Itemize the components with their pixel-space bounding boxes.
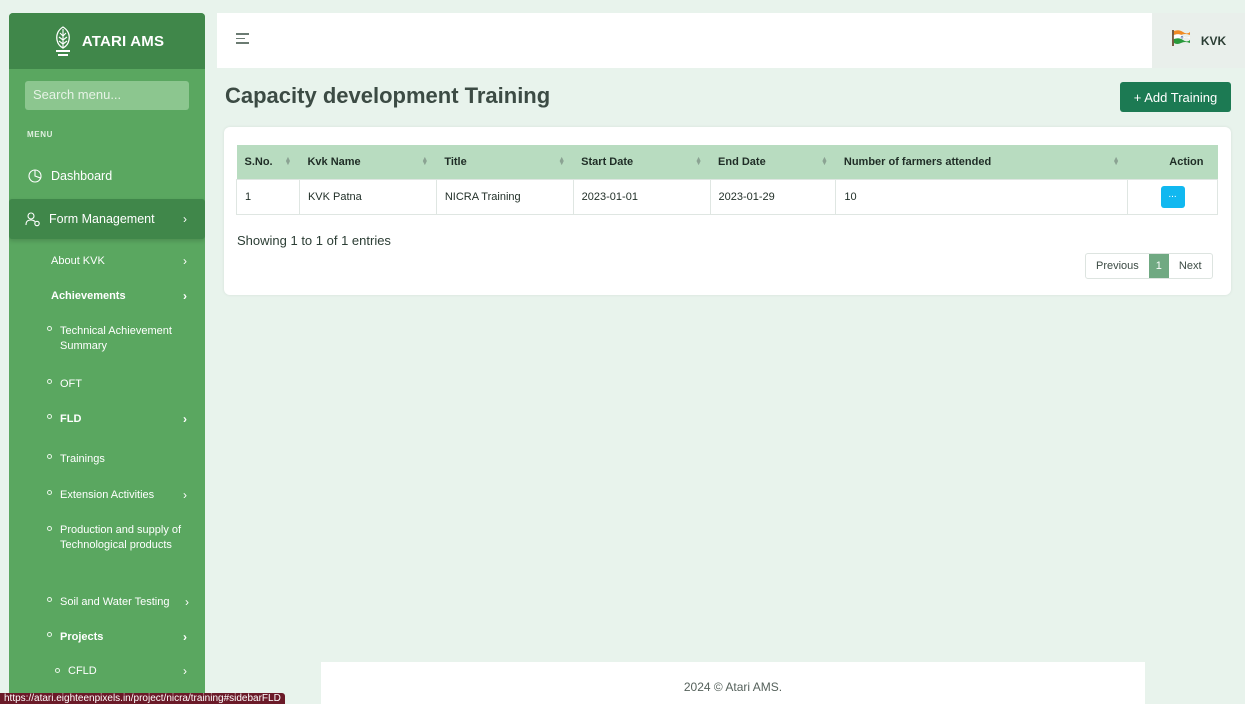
table-header-row: S.No. ▲ ▼ Kvk Name ▲ ▼ Title ▲ ▼ Start Date ▲ ▼ … <box>236 145 1218 179</box>
sidebar-item-label: Soil and Water Testing <box>60 595 170 608</box>
cell-action: ... <box>1127 178 1218 215</box>
sidebar-item-label: Production and supply of Technological p… <box>60 524 182 551</box>
chevron-right-icon: › <box>183 664 187 678</box>
sidebar-item-production-supply[interactable]: Production and supply of Technological p… <box>9 523 205 571</box>
sidebar-item-label: Form Management <box>49 212 155 226</box>
chevron-right-icon: › <box>183 254 187 268</box>
chevron-right-icon: › <box>183 487 187 502</box>
sidebar: ATARI AMS Search menu... MENU Dashboard … <box>9 13 205 704</box>
chevron-right-icon: › <box>183 289 187 303</box>
pagination-page-1[interactable]: 1 <box>1148 254 1169 278</box>
user-label: KVK <box>1200 33 1227 48</box>
sort-icon: ▲ ▼ <box>820 156 828 167</box>
users-settings-icon <box>25 211 41 227</box>
sort-icon: ▲ ▼ <box>558 156 566 167</box>
bullet-icon <box>55 668 60 673</box>
row-actions-button[interactable]: ... <box>1160 185 1185 208</box>
status-bar-url: https://atari.eighteenpixels.in/project/… <box>0 693 285 704</box>
pagination: Previous 1 Next <box>1085 253 1213 279</box>
cell-farmers-attended: 10 <box>835 178 1128 215</box>
bullet-icon <box>47 454 52 459</box>
bullet-icon <box>47 632 52 637</box>
sidebar-item-label: OFT <box>60 377 82 390</box>
add-training-button[interactable]: + Add Training <box>1120 82 1231 112</box>
bullet-icon <box>47 414 52 419</box>
sort-icon: ▲ ▼ <box>1112 156 1120 167</box>
pie-chart-icon <box>27 168 43 184</box>
cell-sno: 1 <box>236 178 300 215</box>
cell-end-date: 2023-01-29 <box>709 178 837 215</box>
sidebar-item-label: FLD <box>60 412 82 425</box>
column-header-end-date[interactable]: End Date ▲ ▼ <box>710 145 836 179</box>
sidebar-item-label: Trainings <box>60 452 105 465</box>
menu-toggle-icon[interactable] <box>236 33 250 45</box>
sidebar-item-label: About KVK <box>51 255 105 267</box>
bullet-icon <box>47 379 52 384</box>
sidebar-item-about-kvk[interactable]: About KVK › <box>9 251 205 271</box>
sidebar-item-label: Technical Achievement Summary <box>60 325 172 352</box>
sidebar-item-label: Achievements <box>51 290 126 302</box>
bullet-icon <box>47 526 52 531</box>
column-header-kvk-name[interactable]: Kvk Name ▲ ▼ <box>299 145 436 179</box>
bullet-icon <box>47 597 52 602</box>
menu-section-title: MENU <box>27 130 53 139</box>
entries-info: Showing 1 to 1 of 1 entries <box>237 233 391 248</box>
user-menu[interactable]: KVK <box>1152 13 1245 68</box>
sort-icon: ▲ ▼ <box>284 156 292 167</box>
column-header-farmers-attended[interactable]: Number of farmers attended ▲ ▼ <box>836 145 1128 179</box>
sidebar-item-achievements[interactable]: Achievements › <box>9 286 205 306</box>
top-bar: KVK <box>217 13 1245 68</box>
column-header-start-date[interactable]: Start Date ▲ ▼ <box>573 145 710 179</box>
sidebar-item-label: Projects <box>60 630 104 643</box>
column-header-action: Action <box>1169 155 1204 168</box>
brand-name: ATARI AMS <box>81 32 165 50</box>
sidebar-item-form-management[interactable]: Form Management › <box>9 199 205 239</box>
column-header-sno[interactable]: S.No. ▲ ▼ <box>237 145 300 179</box>
brand[interactable]: ATARI AMS <box>9 13 205 69</box>
sidebar-item-projects[interactable]: Projects › <box>9 629 205 645</box>
sidebar-item-oft[interactable]: OFT <box>9 376 205 392</box>
bullet-icon <box>47 326 52 331</box>
chevron-right-icon: › <box>183 629 187 644</box>
sidebar-item-trainings[interactable]: Trainings <box>9 451 205 467</box>
chevron-right-icon: › <box>183 411 187 426</box>
sidebar-item-dashboard[interactable]: Dashboard <box>9 163 205 189</box>
search-menu-input[interactable]: Search menu... <box>25 81 189 110</box>
training-table-card: S.No. ▲ ▼ Kvk Name ▲ ▼ Title ▲ ▼ Start Date ▲ ▼ … <box>224 127 1231 295</box>
table-row: 1 KVK Patna NICRA Training 2023-01-01 20… <box>236 178 1218 215</box>
cell-kvk-name: KVK Patna <box>298 178 437 215</box>
chevron-right-icon: › <box>185 594 189 609</box>
sidebar-item-label: Dashboard <box>51 169 113 183</box>
india-flag-icon <box>1171 29 1191 52</box>
column-header-title[interactable]: Title ▲ ▼ <box>436 145 573 179</box>
sidebar-item-cfld[interactable]: CFLD › <box>9 663 205 679</box>
chevron-right-icon: › <box>183 212 187 226</box>
cell-title: NICRA Training <box>435 178 574 215</box>
page-title: Capacity development Training <box>225 83 551 108</box>
sidebar-item-technical-achievement-summary[interactable]: Technical Achievement Summary <box>9 323 205 355</box>
sidebar-item-extension-activities[interactable]: Extension Activities › <box>9 487 205 503</box>
sidebar-item-label: Extension Activities <box>60 488 155 501</box>
footer: 2024 © Atari AMS. <box>321 662 1145 704</box>
bullet-icon <box>47 490 52 495</box>
training-table: S.No. ▲ ▼ Kvk Name ▲ ▼ Title ▲ ▼ Start Date ▲ ▼ … <box>236 145 1218 215</box>
sidebar-item-fld[interactable]: FLD › <box>9 411 205 427</box>
cell-start-date: 2023-01-01 <box>572 178 711 215</box>
sort-icon: ▲ ▼ <box>695 156 703 167</box>
sidebar-item-soil-water-testing[interactable]: Soil and Water Testing › <box>9 594 205 610</box>
pagination-previous-button[interactable]: Previous <box>1086 254 1149 278</box>
sort-icon: ▲ ▼ <box>421 156 429 167</box>
pagination-next-button[interactable]: Next <box>1169 254 1212 278</box>
icar-logo-icon <box>50 23 76 59</box>
sidebar-item-label: CFLD <box>68 665 97 677</box>
